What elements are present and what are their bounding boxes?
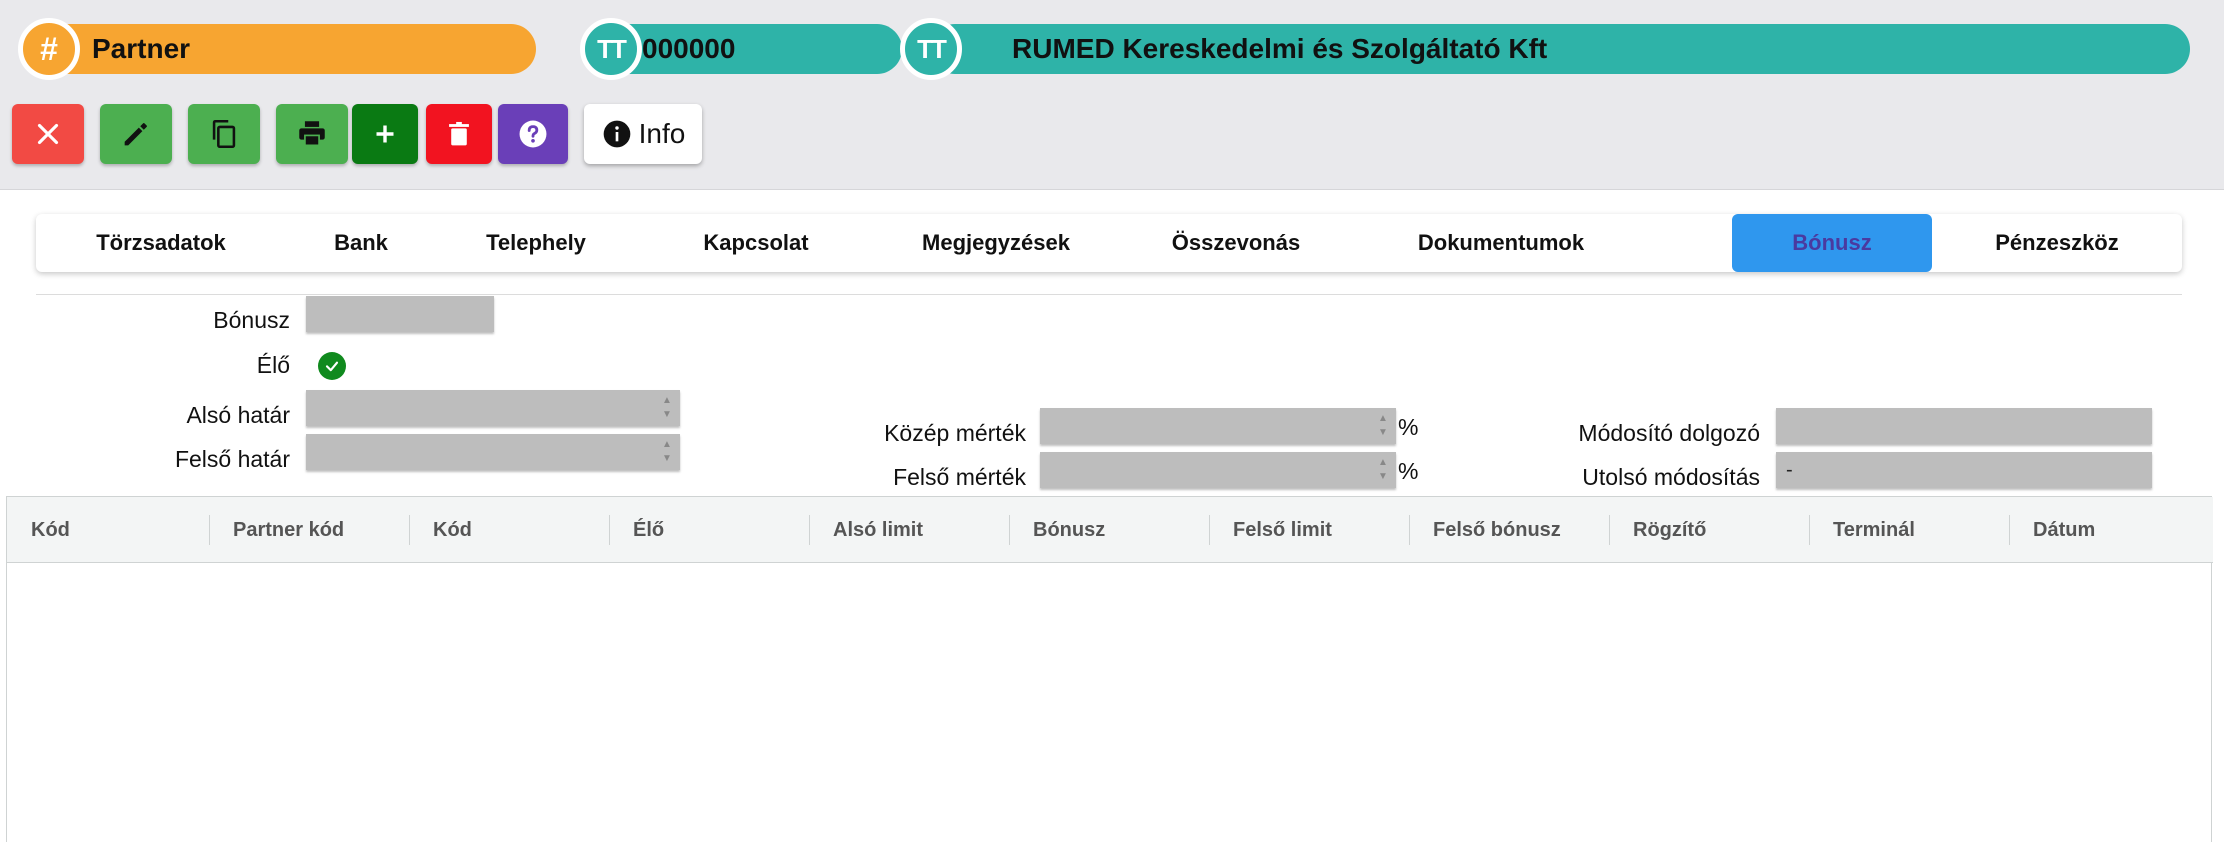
utolso-modositas-label: Utolsó módosítás	[1582, 464, 1760, 490]
plus-icon	[376, 125, 394, 143]
stepper-icon[interactable]: ▲ ▼	[660, 396, 674, 420]
table-header: Kód Partner kód Kód Élő Alsó limit Bónus…	[7, 497, 2213, 563]
stepper-icon[interactable]: ▲ ▼	[1376, 458, 1390, 482]
column-header-partner-kod[interactable]: Partner kód	[209, 497, 409, 563]
printer-icon	[299, 121, 325, 147]
delete-button[interactable]	[426, 104, 492, 164]
tab-bonusz[interactable]: Bónusz	[1732, 214, 1932, 272]
utolso-modositas-field: -	[1776, 452, 2152, 488]
also-hatar-label: Alsó határ	[186, 402, 290, 428]
column-header-kod-2[interactable]: Kód	[409, 497, 609, 563]
modosito-dolgozo-field	[1776, 408, 2152, 444]
kozep-mertek-input[interactable]: ▲ ▼	[1040, 408, 1396, 444]
partner-bonus-window: Partner # 000000 TT RUMED Kereskedelmi é…	[0, 0, 2224, 842]
felso-hatar-label: Felső határ	[174, 446, 290, 472]
print-button[interactable]	[276, 104, 348, 164]
modosito-dolgozo-label: Módosító dolgozó	[1578, 420, 1760, 446]
close-icon	[37, 123, 59, 145]
column-header-rogzito[interactable]: Rögzítő	[1609, 497, 1809, 563]
percent-unit: %	[1398, 414, 1419, 440]
column-header-also-limit[interactable]: Alsó limit	[809, 497, 1009, 563]
hash-icon: #	[18, 18, 80, 80]
elo-checkbox[interactable]	[318, 352, 346, 380]
partner-name-pill: RUMED Kereskedelmi és Szolgáltató Kft	[930, 24, 2190, 74]
add-button[interactable]	[352, 104, 418, 164]
column-header-bonusz[interactable]: Bónusz	[1009, 497, 1209, 563]
partner-name: RUMED Kereskedelmi és Szolgáltató Kft	[1012, 33, 1548, 64]
felso-hatar-input[interactable]: ▲ ▼	[306, 434, 680, 470]
info-icon	[603, 120, 630, 148]
also-hatar-input[interactable]: ▲ ▼	[306, 390, 680, 426]
bonusz-field[interactable]	[306, 296, 494, 332]
partner-code: 000000	[642, 33, 736, 64]
info-button[interactable]: Info	[584, 104, 702, 164]
close-button[interactable]	[12, 104, 84, 164]
bonusz-label: Bónusz	[213, 307, 290, 333]
edit-button[interactable]	[100, 104, 172, 164]
check-icon	[325, 361, 339, 372]
tab-telephely[interactable]: Telephely	[436, 214, 636, 272]
question-icon	[519, 120, 547, 148]
text-type-icon: TT	[900, 18, 962, 80]
column-header-elo[interactable]: Élő	[609, 497, 809, 563]
copy-button[interactable]	[188, 104, 260, 164]
text-type-icon: TT	[580, 18, 642, 80]
help-button[interactable]	[498, 104, 568, 164]
trash-icon	[449, 121, 469, 146]
column-header-datum[interactable]: Dátum	[2009, 497, 2209, 563]
stepper-icon[interactable]: ▲ ▼	[660, 440, 674, 464]
kozep-mertek-label: Közép mérték	[884, 420, 1026, 446]
column-header-felso-bonusz[interactable]: Felső bónusz	[1409, 497, 1609, 563]
tab-osszevonas[interactable]: Összevonás	[1116, 214, 1356, 272]
tab-megjegyzesek[interactable]: Megjegyzések	[876, 214, 1116, 272]
partner-title-pill: Partner	[28, 24, 536, 74]
partner-title: Partner	[92, 33, 191, 64]
table-body	[7, 563, 2211, 842]
elo-label: Élő	[256, 352, 290, 378]
tab-torzsadatok[interactable]: Törzsadatok	[36, 214, 286, 272]
felso-mertek-label: Felső mérték	[893, 464, 1026, 490]
pencil-icon	[124, 123, 147, 146]
felso-mertek-input[interactable]: ▲ ▼	[1040, 452, 1396, 488]
tab-penzeszkoz[interactable]: Pénzeszköz	[1932, 214, 2182, 272]
tab-bank[interactable]: Bank	[286, 214, 436, 272]
tab-bar: Törzsadatok Bank Telephely Kapcsolat Meg…	[36, 214, 2182, 272]
copy-icon	[212, 119, 236, 149]
percent-unit: %	[1398, 458, 1419, 484]
stepper-icon[interactable]: ▲ ▼	[1376, 414, 1390, 438]
info-label: Info	[638, 118, 686, 149]
column-header-kod[interactable]: Kód	[7, 497, 207, 563]
column-header-terminal[interactable]: Terminál	[1809, 497, 2009, 563]
divider	[36, 294, 2182, 295]
column-header-felso-limit[interactable]: Felső limit	[1209, 497, 1409, 563]
bonus-table: Kód Partner kód Kód Élő Alsó limit Bónus…	[6, 496, 2213, 842]
tab-kapcsolat[interactable]: Kapcsolat	[636, 214, 876, 272]
tab-dokumentumok[interactable]: Dokumentumok	[1356, 214, 1646, 272]
